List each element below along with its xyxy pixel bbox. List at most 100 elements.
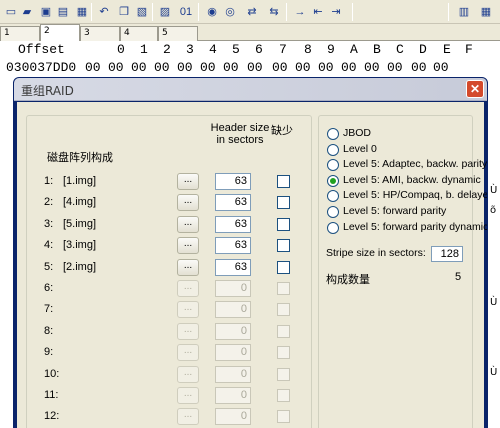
missing-checkbox[interactable] <box>277 239 290 252</box>
hex-byte[interactable]: 00 <box>131 59 147 77</box>
hex-column-label: 0 <box>117 42 125 57</box>
hex-byte[interactable]: 00 <box>295 59 311 77</box>
hex-byte[interactable]: 00 <box>387 59 403 77</box>
tab-4[interactable]: 4 <box>120 26 158 41</box>
tab-1[interactable]: 1 <box>0 26 40 41</box>
browse-button[interactable]: ... <box>177 259 199 276</box>
header-size-input[interactable]: 0 <box>215 323 251 340</box>
missing-checkbox[interactable] <box>277 282 290 295</box>
browse-button[interactable]: ... <box>177 216 199 233</box>
browse-button[interactable]: ... <box>177 280 199 297</box>
header-size-input[interactable]: 63 <box>215 194 251 211</box>
disk-array-panel: 磁盘阵列构成 Header size in sectors 缺少 1: [1.im… <box>26 115 312 428</box>
missing-checkbox[interactable] <box>277 261 290 274</box>
tab-5[interactable]: 5 <box>158 26 198 41</box>
radio-button[interactable] <box>327 159 339 172</box>
header-size-input[interactable]: 63 <box>215 259 251 276</box>
missing-checkbox[interactable] <box>277 346 290 359</box>
undo-icon[interactable]: ↶ <box>96 4 112 20</box>
browse-button[interactable]: ... <box>177 194 199 211</box>
find-hex-icon[interactable]: ◎ <box>222 4 238 20</box>
hex-byte[interactable]: 00 <box>247 59 263 77</box>
raid-level-option[interactable]: Level 5: Adaptec, backw. parity <box>327 157 487 173</box>
header-size-input[interactable]: 63 <box>215 216 251 233</box>
copy-icon[interactable]: ❐ <box>116 4 132 20</box>
dialog-titlebar[interactable]: 重组RAID ✕ <box>14 78 487 101</box>
jump-back-icon[interactable]: ⇤ <box>310 4 326 20</box>
header-size-input[interactable]: 0 <box>215 344 251 361</box>
browse-button[interactable]: ... <box>177 173 199 190</box>
stripe-size-input[interactable]: 128 <box>431 246 463 262</box>
missing-checkbox[interactable] <box>277 196 290 209</box>
hex-byte[interactable]: 00 <box>272 59 288 77</box>
header-size-input[interactable]: 63 <box>215 173 251 190</box>
missing-checkbox[interactable] <box>277 175 290 188</box>
raid-level-option[interactable]: Level 0 <box>327 142 472 158</box>
header-size-input[interactable]: 0 <box>215 301 251 318</box>
disk-index: 5: <box>44 261 54 273</box>
tab-2[interactable]: 2 <box>40 24 80 41</box>
browse-button[interactable]: ... <box>177 323 199 340</box>
browse-button[interactable]: ... <box>177 301 199 318</box>
open-folder-icon[interactable]: ▰ <box>19 4 35 20</box>
tab-3[interactable]: 3 <box>80 26 120 41</box>
header-size-input[interactable]: 0 <box>215 387 251 404</box>
missing-checkbox[interactable] <box>277 303 290 316</box>
radio-button[interactable] <box>327 190 339 203</box>
hex-byte[interactable]: 00 <box>85 59 101 77</box>
calculator-icon[interactable]: ▦ <box>478 4 494 20</box>
browse-button[interactable]: ... <box>177 387 199 404</box>
hex-byte[interactable]: 00 <box>341 59 357 77</box>
missing-checkbox[interactable] <box>277 389 290 402</box>
header-size-input[interactable]: 0 <box>215 366 251 383</box>
save-icon[interactable]: ▣ <box>38 4 54 20</box>
raid-level-label: Level 5: forward parity <box>343 205 447 217</box>
new-file-icon[interactable]: ▭ <box>3 4 19 20</box>
jump-forward-icon[interactable]: ⇥ <box>328 4 344 20</box>
radio-button[interactable] <box>327 143 339 156</box>
browse-button[interactable]: ... <box>177 408 199 425</box>
header-size-input[interactable]: 0 <box>215 280 251 297</box>
header-size-input[interactable]: 63 <box>215 237 251 254</box>
hex-byte[interactable]: 00 <box>433 59 449 77</box>
paste-icon[interactable]: ▧ <box>134 4 150 20</box>
replace-icon[interactable]: ⇄ <box>244 4 260 20</box>
missing-checkbox[interactable] <box>277 368 290 381</box>
hex-byte[interactable]: 00 <box>200 59 216 77</box>
browse-button[interactable]: ... <box>177 344 199 361</box>
binary-icon[interactable]: 01 <box>178 4 194 20</box>
browse-button[interactable]: ... <box>177 366 199 383</box>
goto-icon[interactable]: → <box>292 4 308 20</box>
raid-level-option[interactable]: Level 5: HP/Compaq, b. delayed <box>327 188 487 204</box>
radio-button[interactable] <box>327 128 339 140</box>
close-button[interactable]: ✕ <box>466 80 484 98</box>
raid-level-option[interactable]: Level 5: forward parity <box>327 204 472 220</box>
raid-level-option[interactable]: JBOD <box>327 126 472 142</box>
header-size-input[interactable]: 0 <box>215 408 251 425</box>
missing-checkbox[interactable] <box>277 410 290 423</box>
hex-byte[interactable]: 00 <box>411 59 427 77</box>
hex-byte[interactable]: 00 <box>364 59 380 77</box>
hex-byte[interactable]: 00 <box>223 59 239 77</box>
radio-button[interactable] <box>327 206 339 218</box>
hex-row[interactable]: 030037DD0 00 00 00 00 00 00 00 00 00 00 00 00 00 00 00… <box>0 59 500 77</box>
row-offset: 030037DD0 <box>6 60 77 75</box>
raid-level-option[interactable]: Level 5: AMI, backw. dynamic <box>327 173 481 189</box>
missing-checkbox[interactable] <box>277 325 290 338</box>
find-icon[interactable]: ◉ <box>204 4 220 20</box>
radio-button[interactable] <box>327 174 339 187</box>
replace-hex-icon[interactable]: ⇆ <box>266 4 282 20</box>
hex-byte[interactable]: 00 <box>177 59 193 77</box>
clipboard-icon[interactable]: ▨ <box>157 4 173 20</box>
raid-level-option[interactable]: Level 5: forward parity dynamic <box>327 220 487 236</box>
radio-button[interactable] <box>327 221 339 234</box>
hex-byte[interactable]: 00 <box>108 59 124 77</box>
disk-icon[interactable]: ▥ <box>456 4 472 20</box>
print-icon[interactable]: ▤ <box>55 4 71 20</box>
properties-icon[interactable]: ▦ <box>74 4 90 20</box>
toolbar-separator <box>152 3 153 21</box>
hex-byte[interactable]: 00 <box>318 59 334 77</box>
browse-button[interactable]: ... <box>177 237 199 254</box>
missing-checkbox[interactable] <box>277 218 290 231</box>
hex-byte[interactable]: 00 <box>154 59 170 77</box>
